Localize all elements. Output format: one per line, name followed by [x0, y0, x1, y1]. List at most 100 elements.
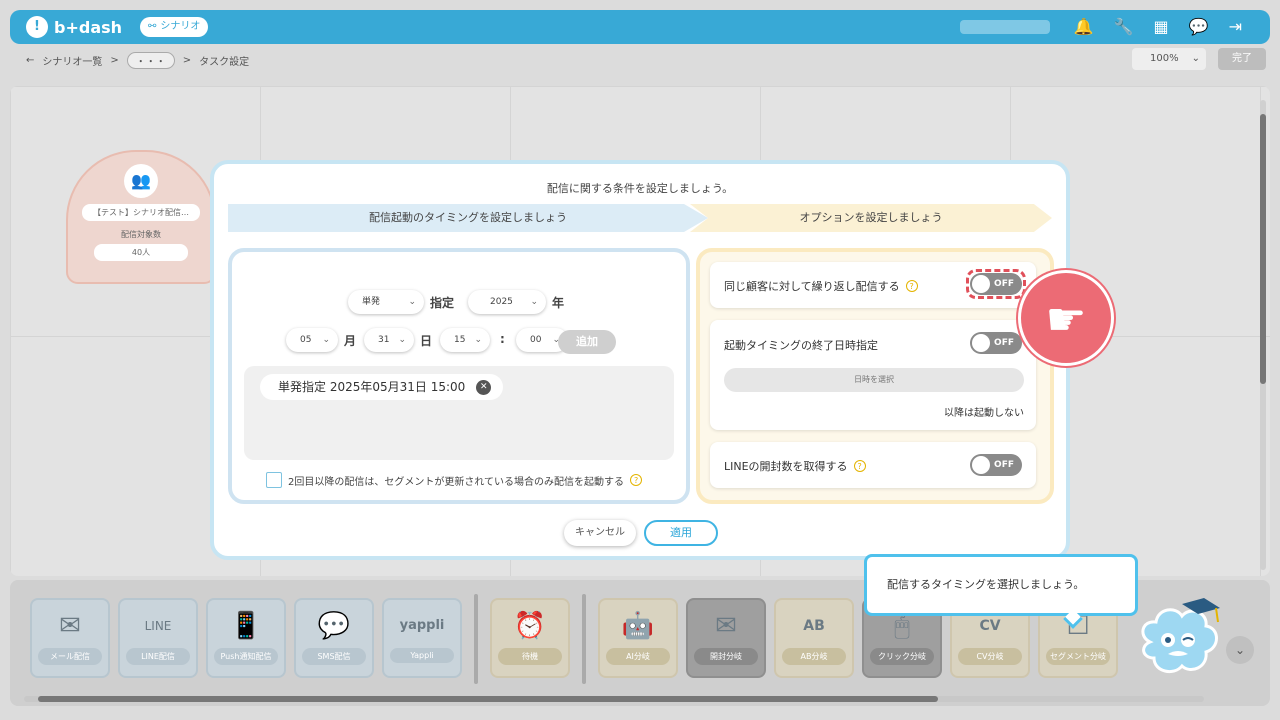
close-icon[interactable]: ✕ — [476, 380, 492, 395]
scrollbar-thumb[interactable] — [38, 696, 938, 702]
bell-icon[interactable]: 🔔 — [1074, 17, 1094, 36]
logout-icon[interactable]: ⇥ — [1229, 17, 1242, 36]
year-select-value: 2025 — [490, 297, 513, 307]
month-select[interactable]: 05 ⌄ — [286, 328, 338, 352]
scenario-badge: ⚯ シナリオ — [140, 17, 209, 37]
grid-icon[interactable]: ▦ — [1154, 17, 1169, 36]
breadcrumb-more-button[interactable]: ・・・ — [126, 51, 175, 69]
scenario-badge-label: シナリオ — [160, 21, 201, 32]
help-icon[interactable]: ? — [853, 460, 866, 472]
dialog-heading: 配信に関する条件を設定しましょう。 — [546, 182, 734, 195]
segment-start-node[interactable]: 👥 【テスト】シナリオ配信… 配信対象数 40人 — [66, 150, 216, 284]
after-label: 以降は起動しない — [944, 408, 1024, 419]
toggle-state: OFF — [994, 460, 1014, 470]
horizontal-scrollbar[interactable] — [24, 696, 1204, 702]
mascot-icon — [1141, 598, 1220, 674]
users-icon: 👥 — [124, 164, 158, 198]
done-button[interactable]: 完了 — [1218, 48, 1266, 70]
zoom-select[interactable]: 100% ⌄ — [1132, 48, 1206, 70]
cancel-button[interactable]: キャンセル — [564, 520, 636, 546]
tile-wait[interactable]: ⏰ 待機 — [490, 598, 570, 678]
timing-panel: 単発 ⌄ 指定 2025 ⌄ 年 05 ⌄ 月 31 ⌄ 日 15 ⌄ : 00 ⌄ 追加 … — [228, 248, 690, 504]
alarm-icon: ⏰ — [513, 611, 547, 641]
line-open-option: LINEの開封数を取得する? — [724, 458, 866, 474]
schedule-list: 単発指定 2025年05月31日 15:00 ✕ — [244, 366, 674, 460]
segment-update-label: 2回目以降の配信は、セグメントが更新されている場合のみ配信を起動する — [288, 476, 625, 488]
tile-open-branch[interactable]: ✉ 開封分岐 — [686, 598, 766, 678]
chevron-down-icon: ⌄ — [408, 297, 416, 307]
colon-label: : — [500, 332, 505, 346]
tile-label: LINE配信 — [126, 648, 190, 665]
breadcrumb-scenario-list[interactable]: シナリオ一覧 — [42, 53, 102, 68]
apply-button[interactable]: 適用 — [644, 520, 718, 546]
tile-label: メール配信 — [38, 648, 102, 665]
month-select-value: 05 — [300, 335, 312, 345]
tile-label: AB分岐 — [782, 648, 846, 665]
logo-text: b+dash — [54, 17, 123, 37]
tile-mail[interactable]: ✉ メール配信 — [30, 598, 110, 678]
step-options: オプションを設定しましょう — [690, 204, 1052, 232]
type-select[interactable]: 単発 ⌄ — [348, 290, 424, 314]
line-open-label: LINEの開封数を取得する — [724, 460, 848, 473]
scenario-icon: ⚯ — [148, 21, 157, 32]
wrench-icon[interactable]: 🔧 — [1114, 17, 1134, 36]
robot-icon: 🤖 — [621, 611, 655, 641]
end-datetime-card: 起動タイミングの終了日時指定 OFF 日時を選択 以降は起動しない — [710, 320, 1036, 430]
schedule-chip: 単発指定 2025年05月31日 15:00 ✕ — [260, 374, 504, 400]
tile-label: SMS配信 — [302, 648, 366, 665]
tile-yappli[interactable]: yappli Yappli — [382, 598, 462, 678]
help-icon[interactable]: ? — [905, 280, 918, 292]
mail-icon: ✉ — [59, 611, 81, 641]
zoom-value: 100% — [1150, 53, 1179, 64]
back-arrow-icon[interactable]: ← — [26, 55, 34, 66]
line-open-card: LINEの開封数を取得する? OFF — [710, 442, 1036, 488]
palette-divider — [474, 594, 478, 684]
options-panel: 同じ顧客に対して繰り返し配信する? OFF 起動タイミングの終了日時指定 OFF… — [696, 248, 1054, 504]
hour-select[interactable]: 15 ⌄ — [440, 328, 490, 352]
end-datetime-label: 起動タイミングの終了日時指定 — [724, 339, 878, 352]
vertical-scrollbar[interactable] — [1260, 100, 1266, 570]
tile-ab-branch[interactable]: AB AB分岐 — [774, 598, 854, 678]
day-select[interactable]: 31 ⌄ — [364, 328, 414, 352]
add-button[interactable]: 追加 — [558, 330, 616, 354]
help-icon[interactable]: ? — [630, 474, 643, 486]
tile-label: 開封分岐 — [694, 648, 758, 665]
scrollbar-thumb[interactable] — [1260, 114, 1266, 384]
ab-icon: AB — [803, 618, 825, 634]
repeat-delivery-toggle[interactable]: OFF — [970, 273, 1022, 295]
chevron-down-icon: ⌄ — [398, 335, 406, 345]
date-picker-button[interactable]: 日時を選択 — [724, 368, 1024, 392]
line-open-toggle[interactable]: OFF — [970, 454, 1022, 476]
tile-label: Push通知配信 — [214, 648, 278, 665]
tile-sms[interactable]: 💬 SMS配信 — [294, 598, 374, 678]
chevron-down-icon: ⌄ — [530, 297, 538, 307]
hour-select-value: 15 — [454, 335, 466, 345]
node-title: 【テスト】シナリオ配信… — [82, 204, 200, 221]
type-select-value: 単発 — [362, 297, 381, 307]
breadcrumb-separator: > — [110, 54, 119, 66]
tile-ai-branch[interactable]: 🤖 AI分岐 — [598, 598, 678, 678]
app-logo[interactable]: ! b+dash — [26, 16, 122, 38]
node-count: 40人 — [94, 244, 188, 261]
end-datetime-toggle[interactable]: OFF — [970, 332, 1022, 354]
user-name-redacted — [960, 20, 1050, 34]
year-select[interactable]: 2025 ⌄ — [468, 290, 546, 314]
header-icons: 🔔 🔧 ▦ 💬 ⇥ — [1074, 17, 1242, 36]
toggle-knob — [972, 275, 990, 293]
toggle-knob — [972, 334, 990, 352]
tile-push[interactable]: 📱 Push通知配信 — [206, 598, 286, 678]
tile-line[interactable]: LINE LINE配信 — [118, 598, 198, 678]
year-label: 年 — [552, 296, 565, 310]
breadcrumb-separator: > — [182, 54, 192, 66]
line-icon: LINE — [144, 619, 172, 633]
palette-expand-button[interactable]: ⌄ — [1226, 636, 1254, 664]
chat-icon[interactable]: 💬 — [1189, 17, 1209, 36]
tile-label: CV分岐 — [958, 648, 1022, 665]
palette-divider — [582, 594, 586, 684]
yappli-icon: yappli — [399, 618, 445, 633]
segment-update-checkbox[interactable] — [266, 472, 282, 488]
repeat-delivery-option: 同じ顧客に対して繰り返し配信する? — [724, 278, 918, 294]
chevron-down-icon: ⌄ — [1191, 53, 1200, 64]
specify-label: 指定 — [430, 296, 455, 310]
delivery-condition-dialog: 配信に関する条件を設定しましょう。 配信起動のタイミングを設定しましょう オプシ… — [210, 160, 1070, 560]
